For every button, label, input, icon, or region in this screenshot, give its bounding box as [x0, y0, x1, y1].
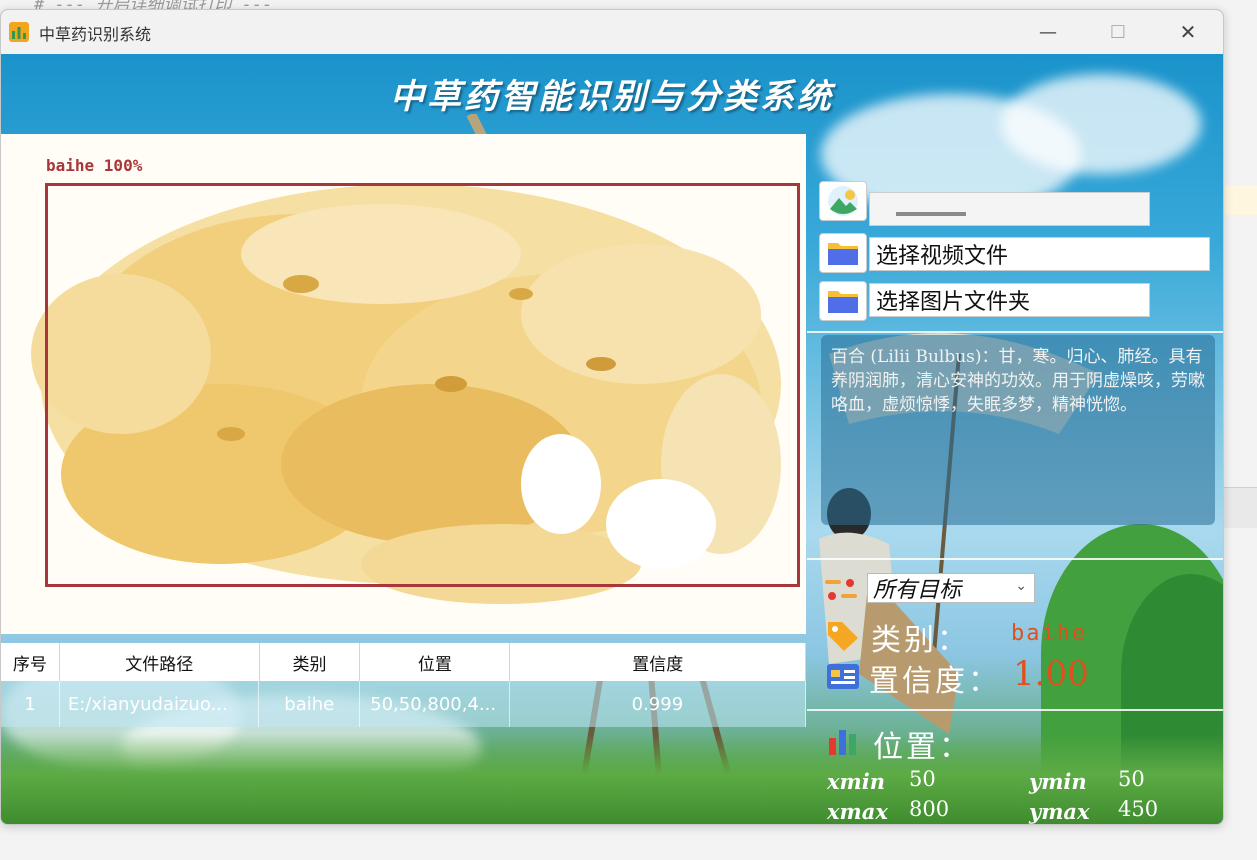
select-image-button[interactable] [819, 181, 867, 221]
ymin-label: ymin [1029, 769, 1087, 794]
confidence-value: 1.00 [1013, 654, 1089, 694]
detection-label: baihe 100% [46, 156, 143, 175]
xmax-label: xmax [827, 799, 888, 824]
table-cell-confidence[interactable]: 0.999 [510, 681, 807, 727]
confidence-label: 置信度： [869, 664, 1001, 699]
ymax-label: ymax [1029, 799, 1090, 824]
ymin-value: 50 [1118, 767, 1145, 791]
select-video-button[interactable] [819, 233, 867, 273]
xmax-value: 800 [909, 797, 950, 821]
chevron-down-icon: ⌄ [1015, 578, 1027, 594]
column-header[interactable]: 文件路径 [60, 643, 260, 681]
column-header[interactable]: 序号 [1, 643, 60, 681]
minimize-button[interactable]: — [1013, 10, 1083, 54]
divider [807, 558, 1223, 560]
xmin-label: xmin [827, 769, 885, 794]
image-icon [828, 186, 858, 216]
maximize-button[interactable]: ☐ [1083, 10, 1153, 54]
divider [807, 709, 1223, 711]
image-display-area: baihe 100% [1, 134, 806, 634]
table-header: 序号 文件路径 类别 位置 置信度 [1, 643, 806, 681]
table-cell-path[interactable]: E:/xianyudaizuo... [60, 681, 260, 727]
folder-icon [828, 291, 858, 313]
target-select[interactable]: 所有目标 ⌄ [867, 573, 1035, 603]
main-title: 中草药智能识别与分类系统 [390, 77, 834, 117]
background-highlight-strip [1222, 185, 1257, 215]
image-folder-field[interactable]: 选择图片文件夹 [869, 283, 1150, 317]
table-cell-position[interactable]: 50,50,800,4... [360, 681, 510, 727]
detection-bounding-box [45, 183, 800, 587]
position-label: 位置： [873, 730, 972, 765]
class-value: baihe [1011, 621, 1088, 646]
image-path-field[interactable] [869, 192, 1150, 226]
app-logo-icon [9, 22, 29, 42]
window-title: 中草药识别系统 [39, 25, 152, 44]
target-icon [825, 579, 857, 600]
main-content: 中草药智能识别与分类系统 baihe 100% 序号 文件路径 类别 位置 置信… [1, 54, 1223, 824]
app-window: 中草药识别系统 — ☐ ✕ 中草药智能识别与分类系统 baihe 100% 序号… [0, 9, 1224, 825]
table-cell-index[interactable]: 1 [1, 681, 60, 727]
table-cell-class[interactable]: baihe [259, 681, 361, 727]
divider [807, 331, 1223, 333]
column-header[interactable]: 类别 [260, 643, 361, 681]
column-header[interactable]: 置信度 [510, 643, 806, 681]
bar-chart-icon [829, 730, 856, 755]
target-select-value: 所有目标 [873, 578, 962, 603]
close-button[interactable]: ✕ [1153, 10, 1223, 54]
background-panel-strip [1222, 487, 1257, 528]
class-label: 类别： [871, 623, 970, 658]
id-card-icon [827, 664, 859, 689]
table-row[interactable]: 1 E:/xianyudaizuo... baihe 50,50,800,4..… [1, 681, 807, 727]
folder-icon [828, 243, 858, 265]
ymax-value: 450 [1118, 797, 1159, 821]
herb-description: 百合 (Lilii Bulbus)：甘，寒。归心、肺经。具有养阴润肺，清心安神的… [821, 335, 1215, 525]
title-bar[interactable]: 中草药识别系统 — ☐ ✕ [1, 10, 1223, 54]
xmin-value: 50 [909, 767, 936, 791]
column-header[interactable]: 位置 [360, 643, 511, 681]
video-file-field[interactable]: 选择视频文件 [869, 237, 1210, 271]
select-folder-button[interactable] [819, 281, 867, 321]
tag-icon [828, 622, 858, 651]
results-table: 序号 文件路径 类别 位置 置信度 1 E:/xianyudaizuo... b… [1, 643, 807, 727]
field-text-placeholder [896, 212, 966, 216]
